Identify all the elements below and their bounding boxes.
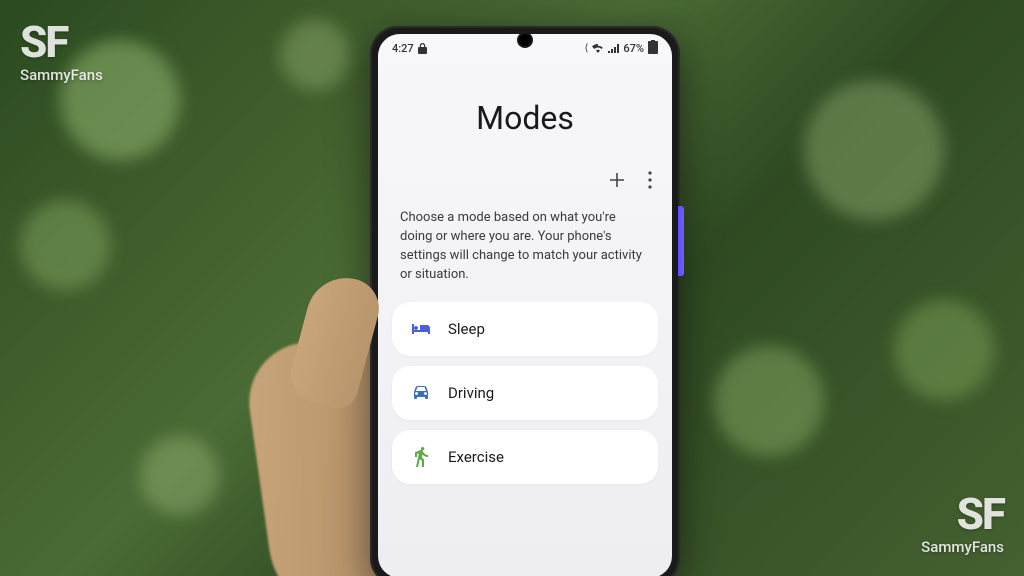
mode-label: Exercise xyxy=(448,448,504,466)
status-left: 4:27 xyxy=(392,42,427,55)
wifi-icon xyxy=(592,44,604,53)
power-button[interactable] xyxy=(678,206,684,276)
page-title: Modes xyxy=(398,99,652,137)
battery-icon xyxy=(648,40,658,57)
bokeh-blur xyxy=(140,436,220,516)
battery-percent: 67% xyxy=(623,42,644,55)
bokeh-blur xyxy=(804,80,944,220)
car-icon xyxy=(408,380,434,406)
bokeh-blur xyxy=(280,20,350,90)
status-right: ⟨ 67% xyxy=(584,40,658,57)
mode-label: Driving xyxy=(448,384,494,402)
watermark-text: SammyFans xyxy=(20,66,103,84)
mode-list: Sleep Driving Exercise xyxy=(378,302,672,494)
watermark-text: SammyFans xyxy=(921,538,1004,556)
add-icon[interactable] xyxy=(608,171,626,193)
nfc-icon: ⟨ xyxy=(584,43,588,54)
front-camera xyxy=(519,34,531,46)
mode-item-sleep[interactable]: Sleep xyxy=(392,302,658,356)
mode-item-driving[interactable]: Driving xyxy=(392,366,658,420)
toolbar xyxy=(378,167,672,203)
lock-icon xyxy=(418,43,427,54)
bokeh-blur xyxy=(894,300,994,400)
bokeh-blur xyxy=(714,346,824,456)
bed-icon xyxy=(408,316,434,342)
phone-frame: 4:27 ⟨ 67% xyxy=(370,26,680,576)
watermark-top-left: SF SammyFans xyxy=(20,20,103,84)
signal-icon xyxy=(608,44,619,53)
more-icon[interactable] xyxy=(648,171,652,193)
photo-scene: SF SammyFans SF SammyFans 4:27 ⟨ xyxy=(0,0,1024,576)
run-icon xyxy=(408,444,434,470)
header: Modes xyxy=(378,59,672,167)
phone-screen: 4:27 ⟨ 67% xyxy=(378,34,672,576)
watermark-logo: SF xyxy=(20,20,103,64)
watermark-bottom-right: SF SammyFans xyxy=(921,492,1004,556)
description-text: Choose a mode based on what you're doing… xyxy=(378,203,672,302)
status-time: 4:27 xyxy=(392,42,414,55)
mode-label: Sleep xyxy=(448,320,485,338)
watermark-logo: SF xyxy=(921,492,1004,536)
mode-item-exercise[interactable]: Exercise xyxy=(392,430,658,484)
bokeh-blur xyxy=(20,200,110,290)
